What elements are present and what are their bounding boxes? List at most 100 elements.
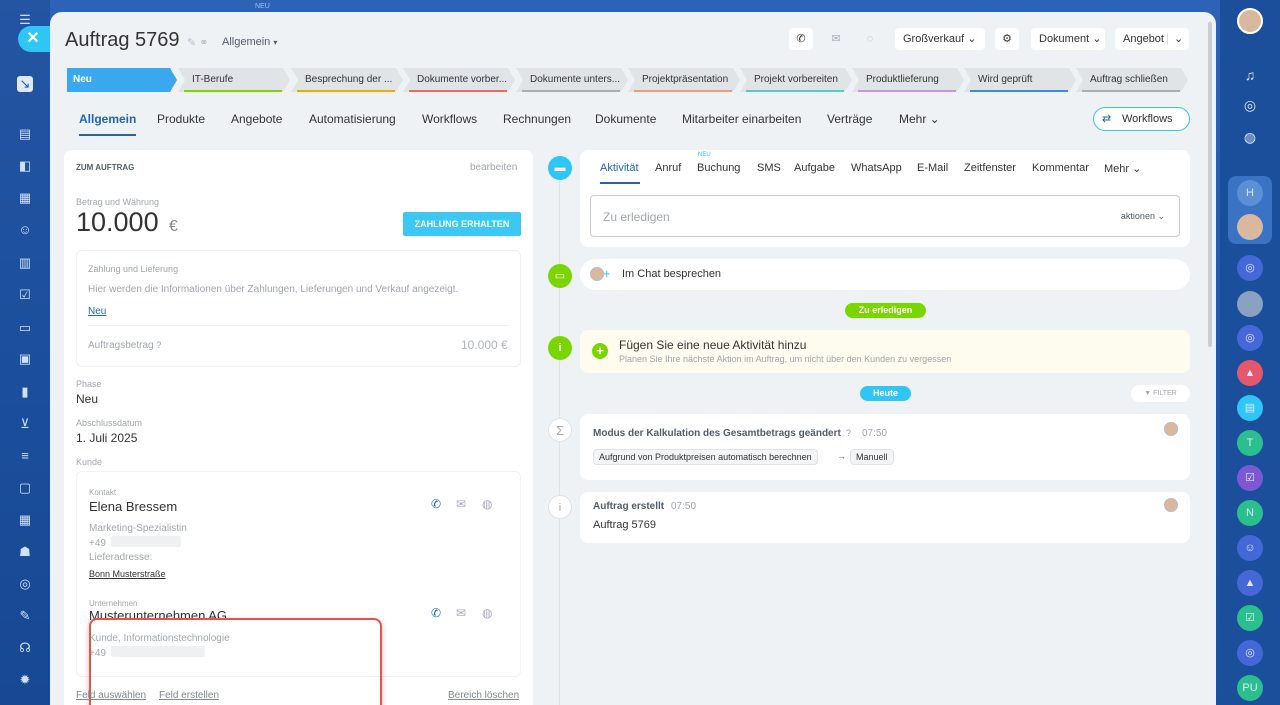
- tab-anruf[interactable]: Anruf: [655, 162, 681, 174]
- chat-user-avatar[interactable]: [1237, 214, 1263, 240]
- clear-section-link[interactable]: Bereich löschen: [448, 690, 519, 701]
- category-select[interactable]: Allgemein ▾: [222, 36, 277, 48]
- tab-dokumente[interactable]: Dokumente: [595, 112, 656, 126]
- mail-icon[interactable]: ✉: [824, 28, 848, 50]
- board-icon[interactable]: ▣: [17, 351, 33, 367]
- shop-icon[interactable]: ⊻: [17, 416, 33, 432]
- approval-chat-icon[interactable]: ☑: [1237, 605, 1263, 631]
- chat-icon[interactable]: ◧: [17, 158, 33, 174]
- tab-allgemein[interactable]: Allgemein: [79, 112, 137, 136]
- group-chat-icon[interactable]: ☺: [1237, 535, 1263, 561]
- delivery-address[interactable]: Bonn Musterstraße: [89, 569, 166, 579]
- contact-phone-icon[interactable]: ✆: [431, 497, 441, 511]
- lock-chat-icon[interactable]: ▲: [1237, 360, 1263, 386]
- stage-1[interactable]: IT-Berufe: [178, 68, 290, 92]
- stage-6[interactable]: Projekt vorbereiten: [740, 68, 852, 92]
- edit-icon[interactable]: ✎: [17, 608, 33, 624]
- chat-bubble-icon[interactable]: ◌: [858, 28, 882, 50]
- tab-produkte[interactable]: Produkte: [157, 112, 205, 126]
- phone-icon[interactable]: ✆: [789, 28, 813, 50]
- close-slider-button[interactable]: ✕: [18, 26, 52, 52]
- chat-channel-icon[interactable]: ◎: [1237, 325, 1263, 351]
- collapse-icon[interactable]: ↘: [17, 76, 33, 92]
- comment-chat-icon[interactable]: ▤: [1237, 395, 1263, 421]
- add-activity-card[interactable]: + Fügen Sie eine neue Aktivität hinzu Pl…: [580, 330, 1190, 373]
- locked-chat-icon[interactable]: ▲: [1237, 570, 1263, 596]
- chat-h-avatar[interactable]: H: [1237, 180, 1263, 206]
- user-avatar[interactable]: [1237, 8, 1263, 34]
- plus-icon[interactable]: +: [592, 343, 608, 359]
- message-icon[interactable]: ◍: [1237, 124, 1263, 150]
- tab-aktivitaet[interactable]: Aktivität: [600, 162, 639, 174]
- contact-mail-icon[interactable]: ✉: [456, 497, 466, 511]
- chat-person-avatar[interactable]: [1237, 291, 1263, 317]
- contact-phone[interactable]: +49: [89, 538, 106, 549]
- stage-5[interactable]: Projektpräsentation: [628, 68, 740, 92]
- tab-angebote[interactable]: Angebote: [231, 112, 282, 126]
- chat-t[interactable]: T: [1237, 430, 1263, 456]
- todo-input[interactable]: Zu erledigen aktionen ⌄: [590, 195, 1180, 237]
- payment-status[interactable]: Neu: [88, 306, 106, 317]
- scrollbar[interactable]: [1208, 22, 1212, 347]
- chat-discuss-row[interactable]: + Im Chat besprechen: [580, 259, 1190, 290]
- task-chat-icon[interactable]: ☑: [1237, 465, 1263, 491]
- stage-3[interactable]: Dokumente vorber...: [403, 68, 515, 92]
- stage-4[interactable]: Dokumente unters...: [516, 68, 628, 92]
- company-chat-icon[interactable]: ◍: [482, 606, 492, 620]
- tab-aufgabe[interactable]: Aufgabe: [794, 162, 835, 174]
- edit-title-icon[interactable]: ✎ ⚭: [187, 36, 209, 49]
- feed-icon[interactable]: ▤: [17, 126, 33, 142]
- channel-chat-icon[interactable]: ◎: [1237, 640, 1263, 666]
- tab-email[interactable]: E-Mail: [917, 162, 948, 174]
- payment-received-button[interactable]: ZAHLUNG ERHALTEN: [403, 212, 521, 236]
- support-icon[interactable]: ☊: [17, 640, 33, 656]
- chat-group-icon[interactable]: ◎: [1237, 255, 1263, 281]
- tab-zeitfenster[interactable]: Zeitfenster: [964, 162, 1016, 174]
- select-field-link[interactable]: Feld auswählen: [76, 690, 146, 701]
- tab-mehr[interactable]: Mehr ⌄: [899, 112, 940, 126]
- chat-n[interactable]: N: [1237, 500, 1263, 526]
- documents-icon[interactable]: ▥: [17, 255, 33, 271]
- grosshandel-button[interactable]: Großverkauf ⌄: [895, 28, 985, 50]
- company-phone-icon[interactable]: ✆: [431, 606, 441, 620]
- tab-sms[interactable]: SMS: [757, 162, 781, 174]
- tab-buchung[interactable]: Buchung: [697, 162, 740, 174]
- stage-0[interactable]: Neu: [67, 68, 177, 92]
- filter-icon[interactable]: ≡: [17, 448, 33, 464]
- stage-7[interactable]: Produktlieferung: [852, 68, 964, 92]
- tab-vertraege[interactable]: Verträge: [827, 112, 872, 126]
- chat-pu[interactable]: PU: [1237, 675, 1263, 701]
- tab-automatisierung[interactable]: Automatisierung: [309, 112, 396, 126]
- contacts-icon[interactable]: ☺: [17, 222, 33, 238]
- crm-icon[interactable]: ▭: [17, 320, 33, 336]
- pulse-icon[interactable]: ◎: [1237, 92, 1263, 118]
- tab-mehr-activity[interactable]: Mehr ⌄: [1104, 162, 1141, 175]
- calendar-icon[interactable]: ▦: [17, 190, 33, 206]
- tab-rechnungen[interactable]: Rechnungen: [503, 112, 571, 126]
- tab-workflows[interactable]: Workflows: [422, 112, 477, 126]
- bell-icon[interactable]: ♫: [1237, 62, 1263, 88]
- analytics-icon[interactable]: ▮: [17, 384, 33, 400]
- tab-kommentar[interactable]: Kommentar: [1032, 162, 1089, 174]
- tasks-icon[interactable]: ☑: [17, 287, 33, 303]
- help-icon[interactable]: ?: [846, 428, 851, 438]
- gear-icon[interactable]: ⚙: [995, 28, 1019, 50]
- create-field-link[interactable]: Feld erstellen: [159, 690, 219, 701]
- contact-name[interactable]: Elena Bressem: [89, 499, 177, 514]
- actions-dropdown[interactable]: aktionen ⌄: [1121, 211, 1165, 222]
- card-icon[interactable]: ▢: [17, 480, 33, 496]
- document-button[interactable]: Dokument ⌄: [1031, 28, 1105, 50]
- offer-button[interactable]: Angebot ⌄: [1115, 28, 1189, 50]
- company-mail-icon[interactable]: ✉: [456, 606, 466, 620]
- target-icon[interactable]: ◎: [17, 576, 33, 592]
- tab-whatsapp[interactable]: WhatsApp: [851, 162, 902, 174]
- filter-button[interactable]: ▼ FILTER: [1131, 385, 1190, 402]
- edit-link[interactable]: bearbeiten: [470, 162, 517, 173]
- stage-8[interactable]: Wird geprüft: [964, 68, 1076, 92]
- robot-icon[interactable]: ☗: [17, 544, 33, 560]
- settings-icon[interactable]: ✹: [17, 672, 33, 688]
- event2-text[interactable]: Auftrag 5769: [593, 519, 656, 531]
- workflows-button[interactable]: ⇄ Workflows: [1093, 107, 1190, 131]
- stage-9[interactable]: Auftrag schließen: [1076, 68, 1188, 92]
- tab-mitarbeiter[interactable]: Mitarbeiter einarbeiten: [682, 112, 801, 126]
